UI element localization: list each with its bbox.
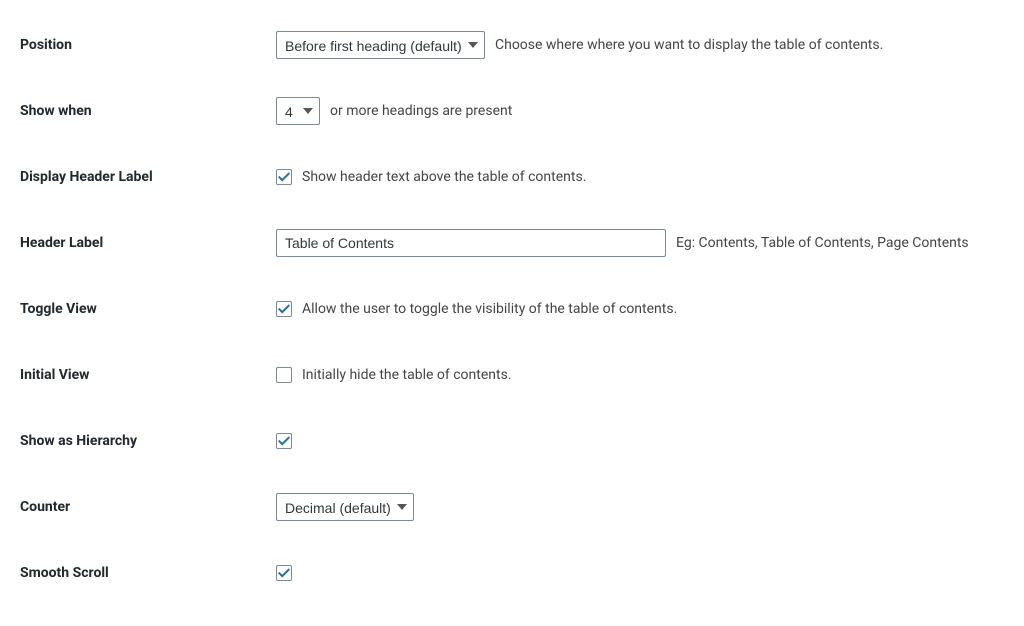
row-position: Position Before first heading (default) …: [4, 12, 1024, 78]
position-help: Choose where where you want to display t…: [495, 37, 883, 53]
toggle-view-desc: Allow the user to toggle the visibility …: [302, 301, 677, 317]
row-show-when: Show when 4 or more headings are present: [4, 78, 1024, 144]
row-hierarchy: Show as Hierarchy: [4, 408, 1024, 474]
content-show-when: 4 or more headings are present: [276, 97, 512, 125]
header-label-help: Eg: Contents, Table of Contents, Page Co…: [676, 235, 969, 251]
content-counter: Decimal (default): [276, 493, 414, 521]
counter-select[interactable]: Decimal (default): [276, 493, 414, 521]
display-header-desc: Show header text above the table of cont…: [302, 169, 586, 185]
toggle-view-checkbox[interactable]: [276, 301, 292, 317]
content-position: Before first heading (default) Choose wh…: [276, 31, 883, 59]
content-initial-view: Initially hide the table of contents.: [276, 367, 512, 383]
row-toggle-view: Toggle View Allow the user to toggle the…: [4, 276, 1024, 342]
label-smooth-scroll: Smooth Scroll: [20, 565, 276, 581]
content-display-header: Show header text above the table of cont…: [276, 169, 586, 185]
show-when-help: or more headings are present: [330, 103, 512, 119]
initial-view-desc: Initially hide the table of contents.: [302, 367, 512, 383]
content-header-label: Eg: Contents, Table of Contents, Page Co…: [276, 229, 969, 257]
header-label-input[interactable]: [276, 229, 666, 257]
content-smooth-scroll: [276, 565, 292, 581]
position-select[interactable]: Before first heading (default): [276, 31, 485, 59]
show-when-select[interactable]: 4: [276, 97, 320, 125]
label-initial-view: Initial View: [20, 367, 276, 383]
row-header-label: Header Label Eg: Contents, Table of Cont…: [4, 210, 1024, 276]
label-display-header: Display Header Label: [20, 169, 276, 185]
row-initial-view: Initial View Initially hide the table of…: [4, 342, 1024, 408]
row-counter: Counter Decimal (default): [4, 474, 1024, 540]
initial-view-checkbox[interactable]: [276, 367, 292, 383]
settings-form: Position Before first heading (default) …: [0, 0, 1024, 626]
row-smooth-scroll: Smooth Scroll: [4, 540, 1024, 606]
label-position: Position: [20, 37, 276, 53]
label-hierarchy: Show as Hierarchy: [20, 433, 276, 449]
label-counter: Counter: [20, 499, 276, 515]
row-display-header: Display Header Label Show header text ab…: [4, 144, 1024, 210]
display-header-checkbox[interactable]: [276, 169, 292, 185]
hierarchy-checkbox[interactable]: [276, 433, 292, 449]
content-toggle-view: Allow the user to toggle the visibility …: [276, 301, 677, 317]
content-hierarchy: [276, 433, 292, 449]
label-show-when: Show when: [20, 103, 276, 119]
label-header-label: Header Label: [20, 235, 276, 251]
smooth-scroll-checkbox[interactable]: [276, 565, 292, 581]
label-toggle-view: Toggle View: [20, 301, 276, 317]
